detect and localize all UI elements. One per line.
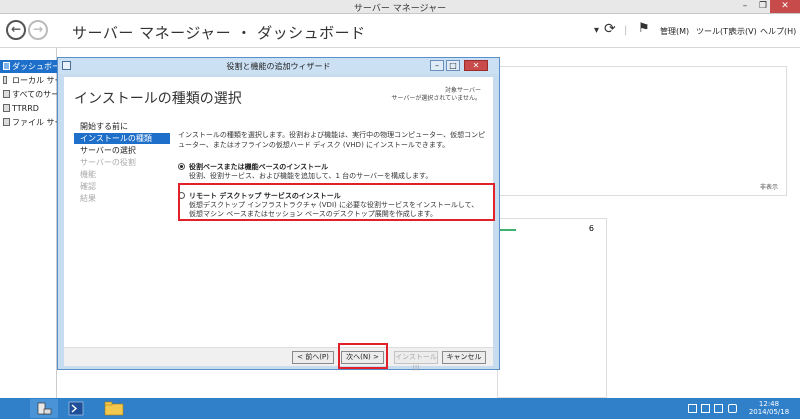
- menu-manage[interactable]: 管理(M): [660, 26, 689, 37]
- nav-results: 結果: [80, 194, 96, 203]
- install-button: インストール(I): [394, 351, 438, 372]
- server-manager-header: ← → サーバー マネージャー ・ ダッシュボード ▾ ⟳ | ⚑ 管理(M) …: [0, 14, 800, 48]
- forward-arrow-icon[interactable]: →: [28, 20, 48, 40]
- sidebar-item-label: ローカル サーバー: [12, 76, 57, 85]
- security-tray-icon[interactable]: [714, 404, 723, 413]
- taskbar: 12:48 2014/05/18: [0, 398, 800, 419]
- sidebar: ダッシュボード ローカル サーバー すべてのサーバー TTRRD ファイル サー…: [0, 48, 57, 398]
- nav-installation-type[interactable]: インストールの種類: [74, 133, 170, 144]
- target-server-label: 対象サーバー: [445, 87, 481, 94]
- folder-icon: [104, 401, 124, 416]
- option-description: 役割、役割サービス、および機能を追加して、1 台のサーバーを構成します。: [189, 172, 433, 180]
- sidebar-item-dashboard[interactable]: ダッシュボード: [0, 60, 57, 73]
- cancel-button[interactable]: キャンセル: [442, 351, 486, 364]
- sidebar-item-file-services[interactable]: ファイル サービス: [0, 116, 57, 129]
- explorer-taskbar-button[interactable]: [100, 399, 128, 418]
- clock-date: 2014/05/18: [748, 408, 790, 416]
- wizard-minimize-button[interactable]: –: [430, 60, 444, 71]
- server-manager-icon: [37, 402, 52, 415]
- nav-confirmation: 確認: [80, 182, 96, 191]
- hide-link[interactable]: 非表示: [760, 182, 778, 191]
- breadcrumb: サーバー マネージャー ・ ダッシュボード: [72, 24, 366, 42]
- role-icon: [3, 104, 10, 112]
- powershell-icon: [68, 401, 84, 416]
- server-icon: [3, 76, 7, 84]
- target-server: 対象サーバー サーバーが選択されていません。: [391, 87, 481, 103]
- refresh-icon[interactable]: ⟳: [604, 21, 616, 37]
- start-button[interactable]: [2, 399, 30, 418]
- powershell-taskbar-button[interactable]: [62, 399, 90, 418]
- back-arrow-icon[interactable]: ←: [6, 20, 26, 40]
- radio-button[interactable]: [178, 163, 185, 170]
- installation-type-description: インストールの種類を選択します。役割および機能は、実行中の物理コンピューター、仮…: [178, 131, 486, 149]
- separator-icon: |: [624, 25, 628, 36]
- target-server-value: サーバーが選択されていません。: [391, 95, 481, 102]
- wizard-maximize-button[interactable]: □: [446, 60, 460, 71]
- window-title: サーバー マネージャー: [353, 4, 447, 14]
- welcome-panel: 非表示: [497, 66, 787, 196]
- highlight-box: [178, 183, 495, 221]
- volume-tray-icon[interactable]: [728, 404, 737, 413]
- page-title: インストールの種類の選択: [74, 91, 242, 107]
- option-label: 役割ベースまたは機能ベースのインストール: [189, 163, 329, 171]
- server-manager-taskbar-button[interactable]: [30, 399, 58, 418]
- wizard-body: インストールの種類の選択 対象サーバー サーバーが選択されていません。 開始する…: [64, 77, 495, 372]
- roles-tile[interactable]: 6: [497, 218, 607, 398]
- status-bar: [498, 229, 516, 231]
- notification-flag-icon[interactable]: ⚑: [638, 21, 650, 36]
- sidebar-item-label: ダッシュボード: [12, 62, 57, 71]
- sidebar-item-label: すべてのサーバー: [12, 90, 57, 99]
- wizard-footer: < 前へ(P) 次へ(N) > インストール(I) キャンセル: [64, 347, 493, 372]
- highlight-box: [338, 343, 388, 369]
- dropdown-icon[interactable]: ▾: [594, 25, 599, 36]
- sidebar-item-all-servers[interactable]: すべてのサーバー: [0, 88, 57, 101]
- network-tray-icon[interactable]: [701, 404, 710, 413]
- server-manager-titlebar: サーバー マネージャー – ❐ ✕: [0, 0, 800, 14]
- menu-view[interactable]: 表示(V): [729, 26, 757, 37]
- sidebar-item-ttrrd[interactable]: TTRRD: [0, 102, 57, 115]
- nav-features: 機能: [80, 170, 96, 179]
- previous-button[interactable]: < 前へ(P): [292, 351, 334, 364]
- clock-time: 12:48: [758, 400, 780, 408]
- file-services-icon: [3, 118, 10, 126]
- flag-tray-icon[interactable]: [688, 404, 697, 413]
- add-roles-wizard: 役割と機能の追加ウィザード – □ ✕ インストールの種類の選択 対象サーバー …: [57, 57, 500, 372]
- wizard-titlebar: 役割と機能の追加ウィザード – □ ✕: [58, 58, 499, 74]
- menu-tools[interactable]: ツール(T): [696, 26, 731, 37]
- wizard-close-button[interactable]: ✕: [464, 60, 488, 71]
- dashboard-icon: [3, 62, 10, 70]
- close-button[interactable]: ✕: [770, 0, 800, 13]
- nav-before-you-begin[interactable]: 開始する前に: [74, 121, 170, 132]
- menu-help[interactable]: ヘルプ(H): [760, 26, 796, 37]
- tile-count: 6: [588, 224, 594, 233]
- sidebar-item-local-server[interactable]: ローカル サーバー: [0, 74, 57, 87]
- servers-icon: [3, 90, 10, 98]
- nav-server-roles: サーバーの役割: [80, 158, 136, 167]
- sidebar-item-label: ファイル サービス: [12, 118, 57, 127]
- nav-server-selection[interactable]: サーバーの選択: [74, 145, 170, 156]
- sidebar-item-label: TTRRD: [12, 104, 39, 113]
- clock[interactable]: 12:48 2014/05/18: [742, 400, 796, 416]
